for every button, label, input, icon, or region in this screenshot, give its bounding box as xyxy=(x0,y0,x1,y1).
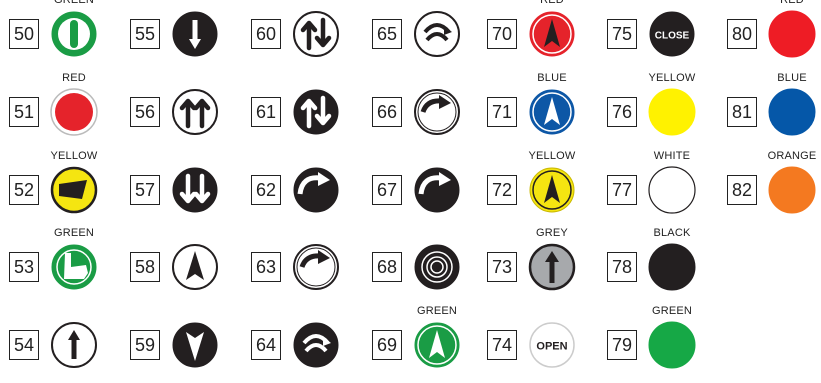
item-number: 67 xyxy=(372,175,402,205)
yellow-circle-icon xyxy=(648,88,696,136)
color-label: BLUE xyxy=(537,72,567,84)
item-number: 64 xyxy=(251,330,281,360)
item-number: 74 xyxy=(487,330,517,360)
item-number: 76 xyxy=(607,97,637,127)
color-label: RED xyxy=(540,0,564,6)
up-arrow-icon xyxy=(51,322,97,368)
item-number: 82 xyxy=(727,175,757,205)
item-number: 69 xyxy=(372,330,402,360)
color-label: GREEN xyxy=(53,227,95,239)
close-text: CLOSE xyxy=(655,31,690,42)
green-circle-icon xyxy=(648,321,696,369)
item-number: 62 xyxy=(251,175,281,205)
rotate-arrow-icon xyxy=(414,89,460,135)
rotate-arrow-filled-icon xyxy=(293,167,339,213)
color-label: ORANGE xyxy=(767,150,817,162)
color-label: BLUE xyxy=(777,72,807,84)
item-number: 52 xyxy=(9,175,39,205)
item-number: 53 xyxy=(9,252,39,282)
yellow-triangle-up-icon xyxy=(529,167,575,213)
green-hand-icon xyxy=(51,244,97,290)
color-label: YELLOW xyxy=(648,72,696,84)
double-up-arrow-icon xyxy=(172,89,218,135)
concentric-rings-icon xyxy=(414,244,460,290)
item-number: 77 xyxy=(607,175,637,205)
down-arrow-icon xyxy=(172,11,218,57)
double-rotate-arrow-icon xyxy=(414,11,460,57)
item-number: 72 xyxy=(487,175,517,205)
item-number: 68 xyxy=(372,252,402,282)
double-down-arrow-icon xyxy=(172,167,218,213)
item-number: 50 xyxy=(9,19,39,49)
item-number: 66 xyxy=(372,97,402,127)
item-number: 61 xyxy=(251,97,281,127)
color-label: GREEN xyxy=(53,0,95,6)
item-number: 78 xyxy=(607,252,637,282)
item-number: 57 xyxy=(130,175,160,205)
orange-circle-icon xyxy=(768,166,816,214)
double-rotate-arrow-filled-icon xyxy=(293,322,339,368)
item-number: 80 xyxy=(727,19,757,49)
grey-up-arrow-icon xyxy=(528,243,576,291)
up-down-arrows-filled-icon xyxy=(293,89,339,135)
black-circle-icon xyxy=(648,243,696,291)
red-triangle-up-icon xyxy=(529,11,575,57)
item-number: 54 xyxy=(9,330,39,360)
color-label: YELLOW xyxy=(528,150,576,162)
item-number: 79 xyxy=(607,330,637,360)
item-number: 60 xyxy=(251,19,281,49)
open-text: OPEN xyxy=(536,341,567,353)
item-number: 70 xyxy=(487,19,517,49)
item-number: 73 xyxy=(487,252,517,282)
blue-triangle-up-icon xyxy=(529,89,575,135)
color-label: GREY xyxy=(536,227,568,239)
green-ring-bar-icon xyxy=(51,11,97,57)
item-number: 65 xyxy=(372,19,402,49)
item-number: 81 xyxy=(727,97,757,127)
item-number: 51 xyxy=(9,97,39,127)
color-label: RED xyxy=(62,72,86,84)
item-number: 58 xyxy=(130,252,160,282)
color-label: YELLOW xyxy=(50,150,98,162)
item-number: 75 xyxy=(607,19,637,49)
color-label: GREEN xyxy=(651,305,693,317)
color-label: RED xyxy=(780,0,804,6)
rotate-arrow-icon xyxy=(293,244,339,290)
up-down-arrows-icon xyxy=(293,11,339,57)
blue-circle-icon xyxy=(768,88,816,136)
item-number: 55 xyxy=(130,19,160,49)
triangle-up-icon xyxy=(172,244,218,290)
item-number: 59 xyxy=(130,330,160,360)
white-circle-icon xyxy=(648,166,696,214)
triangle-down-icon xyxy=(172,322,218,368)
red-circle-icon xyxy=(768,10,816,58)
color-label: WHITE xyxy=(653,150,691,162)
close-button-icon: CLOSE xyxy=(649,11,695,57)
item-number: 63 xyxy=(251,252,281,282)
color-label: GREEN xyxy=(416,305,458,317)
color-label: BLACK xyxy=(653,227,691,239)
item-number: 71 xyxy=(487,97,517,127)
rotate-arrow-filled-icon xyxy=(414,167,460,213)
open-button-icon: OPEN xyxy=(529,322,575,368)
green-triangle-up-icon xyxy=(414,322,460,368)
item-number: 56 xyxy=(130,97,160,127)
red-ringed-button-icon xyxy=(50,88,98,136)
yellow-hand-icon xyxy=(50,166,98,214)
